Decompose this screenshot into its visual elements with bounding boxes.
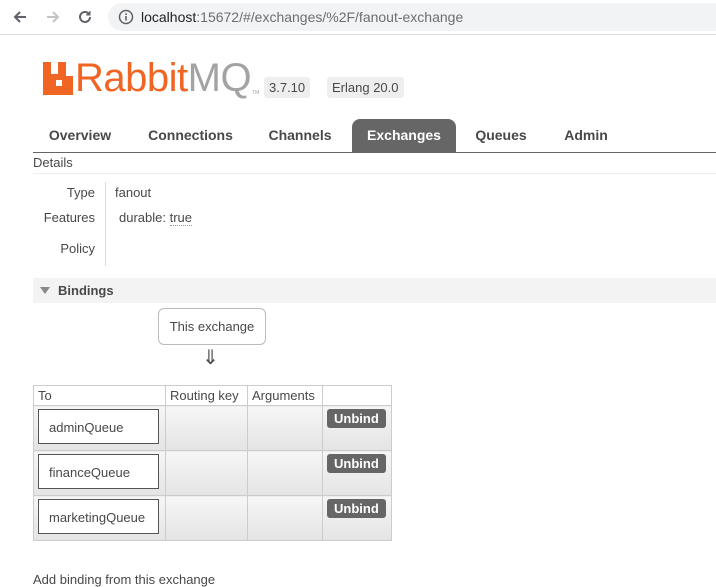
action-cell: Unbind — [322, 450, 392, 496]
rabbitmq-logo[interactable]: RabbitMQ TM — [43, 58, 259, 98]
arguments-cell — [247, 450, 323, 496]
queue-link[interactable]: financeQueue — [38, 454, 159, 489]
feature-item: durable: true — [119, 210, 193, 226]
erlang-badge: Erlang 20.0 — [327, 77, 404, 98]
logo-trademark: TM — [252, 90, 260, 96]
table-row: financeQueue Unbind — [33, 450, 392, 496]
column-header-routing-key: Routing key — [165, 385, 248, 406]
bindings-title: Bindings — [58, 283, 114, 298]
routing-key-cell — [165, 450, 248, 496]
logo-rabbit: Rabbit — [75, 56, 188, 100]
rabbitmq-logo-icon — [43, 62, 73, 95]
tab-overview[interactable]: Overview — [37, 119, 123, 152]
tab-queues[interactable]: Queues — [469, 119, 533, 152]
down-arrow-icon: ⇓ — [202, 347, 219, 369]
url-host: localhost — [141, 9, 197, 25]
routing-key-cell — [165, 495, 248, 541]
queue-link[interactable]: marketingQueue — [38, 499, 159, 534]
type-label: Type — [66, 185, 95, 200]
back-icon[interactable] — [8, 5, 32, 29]
feature-value: true — [169, 210, 193, 226]
policy-label: Policy — [60, 241, 95, 256]
bindings-section-toggle[interactable]: Bindings — [33, 278, 716, 303]
add-binding-heading[interactable]: Add binding from this exchange — [33, 572, 215, 587]
feature-key: durable: — [119, 210, 166, 225]
type-value: fanout — [115, 185, 152, 200]
tab-channels[interactable]: Channels — [261, 119, 339, 152]
bindings-table: To Routing key Arguments adminQueue Unbi… — [33, 385, 392, 541]
details-section-title: Details — [33, 154, 716, 174]
action-cell: Unbind — [322, 495, 392, 541]
table-row: marketingQueue Unbind — [33, 495, 392, 541]
unbind-button[interactable]: Unbind — [327, 454, 386, 473]
table-row: adminQueue Unbind — [33, 405, 392, 451]
queue-link[interactable]: adminQueue — [38, 409, 159, 444]
url-text: localhost:15672/#/exchanges/%2F/fanout-e… — [141, 9, 463, 25]
info-icon[interactable] — [118, 9, 134, 30]
unbind-button[interactable]: Unbind — [327, 499, 386, 518]
this-exchange-box: This exchange — [158, 308, 266, 345]
version-badge: 3.7.10 — [264, 77, 311, 98]
url-path: :15672/#/exchanges/%2F/fanout-exchange — [196, 9, 464, 25]
address-bar[interactable]: localhost:15672/#/exchanges/%2F/fanout-e… — [108, 3, 716, 31]
tab-admin[interactable]: Admin — [557, 119, 615, 152]
details-divider — [105, 182, 106, 266]
browser-toolbar: localhost:15672/#/exchanges/%2F/fanout-e… — [0, 0, 716, 35]
logo-mq: MQ — [187, 56, 252, 100]
action-cell: Unbind — [322, 405, 392, 451]
table-header-row: To Routing key Arguments — [33, 385, 392, 406]
binding-destination-cell: marketingQueue — [33, 495, 166, 541]
main-nav-tabs: Overview Connections Channels Exchanges … — [33, 119, 716, 153]
column-header-arguments: Arguments — [247, 385, 323, 406]
arguments-cell — [247, 405, 323, 451]
reload-icon[interactable] — [73, 5, 97, 29]
unbind-button[interactable]: Unbind — [327, 409, 386, 428]
column-header-actions — [322, 385, 392, 406]
tab-connections[interactable]: Connections — [139, 119, 242, 152]
collapse-triangle-icon — [40, 287, 50, 294]
binding-destination-cell: adminQueue — [33, 405, 166, 451]
tab-exchanges[interactable]: Exchanges — [352, 119, 456, 152]
arguments-cell — [247, 495, 323, 541]
features-label: Features — [43, 210, 95, 225]
forward-icon[interactable] — [41, 5, 65, 29]
logo-wordmark: RabbitMQ — [75, 56, 252, 100]
binding-destination-cell: financeQueue — [33, 450, 166, 496]
column-header-to: To — [33, 385, 166, 406]
routing-key-cell — [165, 405, 248, 451]
